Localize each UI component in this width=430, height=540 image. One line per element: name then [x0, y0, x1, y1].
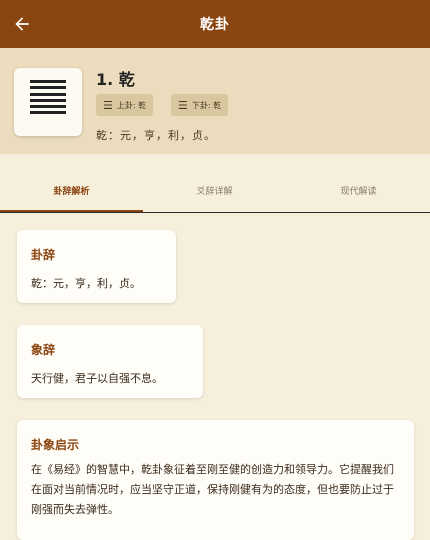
app-bar: 乾卦 [0, 0, 430, 48]
card-title: 卦象启示 [31, 438, 80, 452]
page-title: 乾卦 [200, 17, 230, 33]
hexagram-lines-icon [30, 80, 66, 118]
upper-trigram-tag: ☰ 上卦: 乾 [96, 94, 154, 116]
judgment-card: 卦辞 乾：元，亨，利，贞。 [17, 230, 176, 303]
card-title: 卦辞 [31, 248, 56, 262]
tab-bar: 卦辞解析 爻辞详解 现代解读 [0, 154, 430, 213]
lower-trigram-tag: ☰ 下卦: 乾 [171, 94, 229, 116]
image-text-card: 象辞 天行健，君子以自强不息。 [17, 325, 203, 398]
insight-card: 卦象启示 在《易经》的智慧中，乾卦象征着至刚至健的创造力和领导力。它提醒我们在面… [17, 420, 414, 540]
card-body: 乾：元，亨，利，贞。 [31, 277, 141, 290]
trigram-icon: ☰ [103, 98, 113, 112]
hexagram-header: 1. 乾 ☰ 上卦: 乾 ☰ 下卦: 乾 乾：元，亨，利，贞。 [0, 48, 430, 154]
tab-line-details[interactable]: 爻辞详解 [143, 184, 286, 197]
hexagram-judgment-short: 乾：元，亨，利，贞。 [96, 129, 216, 142]
tab-judgment-analysis[interactable]: 卦辞解析 [0, 184, 143, 197]
card-title: 象辞 [31, 343, 56, 357]
hexagram-name: 1. 乾 [96, 70, 135, 89]
hexagram-symbol [14, 68, 82, 136]
lower-trigram-label: 下卦: 乾 [191, 100, 222, 110]
card-body: 天行健，君子以自强不息。 [31, 372, 163, 385]
trigram-icon: ☰ [178, 98, 188, 112]
tab-modern-reading[interactable]: 现代解读 [287, 184, 430, 197]
card-body: 在《易经》的智慧中，乾卦象征着至刚至健的创造力和领导力。它提醒我们在面对当前情况… [31, 463, 394, 516]
upper-trigram-label: 上卦: 乾 [116, 100, 147, 110]
active-tab-indicator [0, 210, 143, 212]
